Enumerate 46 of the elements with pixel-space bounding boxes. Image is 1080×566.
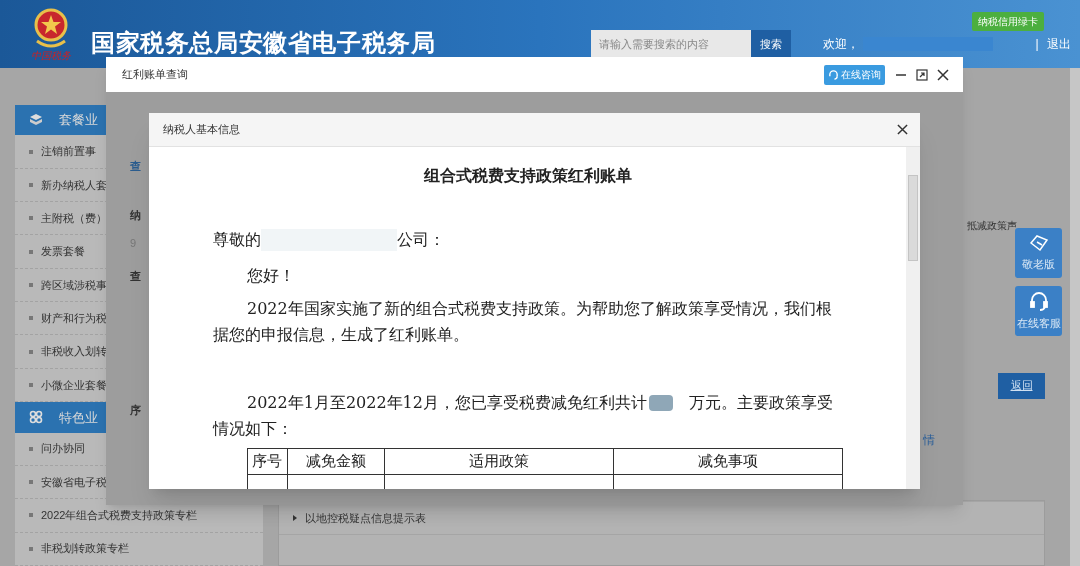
consult-button[interactable]: 在线咨询: [824, 64, 885, 85]
table-header-cell: 序号: [247, 448, 288, 475]
float-button[interactable]: 在线客服: [1015, 286, 1062, 336]
salutation-text: 尊敬的: [213, 229, 261, 251]
close-icon[interactable]: [897, 124, 908, 135]
headset-icon: [1028, 290, 1049, 311]
summary-text: 情况如下：: [213, 418, 293, 440]
float-button[interactable]: 敬老版: [1015, 228, 1062, 278]
search-button[interactable]: 搜索: [751, 30, 792, 58]
logo-text: 中国税务: [31, 51, 71, 61]
greeting-text: 您好！: [247, 265, 296, 287]
field-label: 查: [130, 268, 141, 284]
summary-text: 万元。主要政策享受: [689, 392, 833, 414]
table-header-cell: 适用政策: [384, 448, 614, 475]
logout-link[interactable]: 退出: [1046, 35, 1071, 53]
paragraph: 2022年国家实施了新的组合式税费支持政策。为帮助您了解政策享受情况，我们根据您的申报信息，生成了红利账单。: [213, 298, 833, 346]
field-label: 纳: [130, 207, 141, 223]
redacted-block: [649, 395, 673, 411]
handshake-icon: [1027, 233, 1050, 252]
summary-text: 2022年1月至2022年12月，您已享受税费减免红利共计: [247, 392, 647, 414]
sidebar-item[interactable]: 非税划转政策专栏: [15, 532, 263, 566]
dialog-title: 纳税人基本信息: [163, 122, 241, 138]
caret-icon: [293, 515, 297, 521]
site-title: 国家税务总局安徽省电子税务局: [91, 28, 436, 58]
salutation-text: 公司：: [397, 229, 445, 251]
scrollbar[interactable]: [906, 147, 920, 489]
table-header-cell-text: 序: [130, 403, 141, 418]
grid-icon: [29, 410, 43, 425]
policy-text: 抵减政策声: [967, 219, 1017, 233]
document-title: 组合式税费支持政策红利账单: [424, 166, 632, 185]
separator: |: [1035, 36, 1039, 53]
details-link[interactable]: 情: [923, 433, 935, 447]
close-icon[interactable]: [937, 68, 949, 81]
back-button[interactable]: 返回: [998, 372, 1045, 399]
table-header-cell: 减免事项: [613, 448, 843, 475]
table-header-cell: 减免金额: [287, 448, 385, 475]
dialog-title: 红利账单查询: [122, 67, 189, 83]
page-scrollbar[interactable]: [1070, 68, 1080, 566]
welcome-text: 欢迎，: [823, 36, 860, 53]
search-field[interactable]: 请输入需要搜索的内容: [591, 30, 752, 58]
cube-icon: [29, 113, 43, 128]
scrollbar-thumb[interactable]: [908, 175, 918, 261]
maximize-icon[interactable]: [916, 68, 928, 81]
query-tab[interactable]: 查: [130, 158, 141, 175]
headset-icon: [828, 69, 839, 80]
credit-badge[interactable]: 纳税信用绿卡: [972, 12, 1044, 31]
